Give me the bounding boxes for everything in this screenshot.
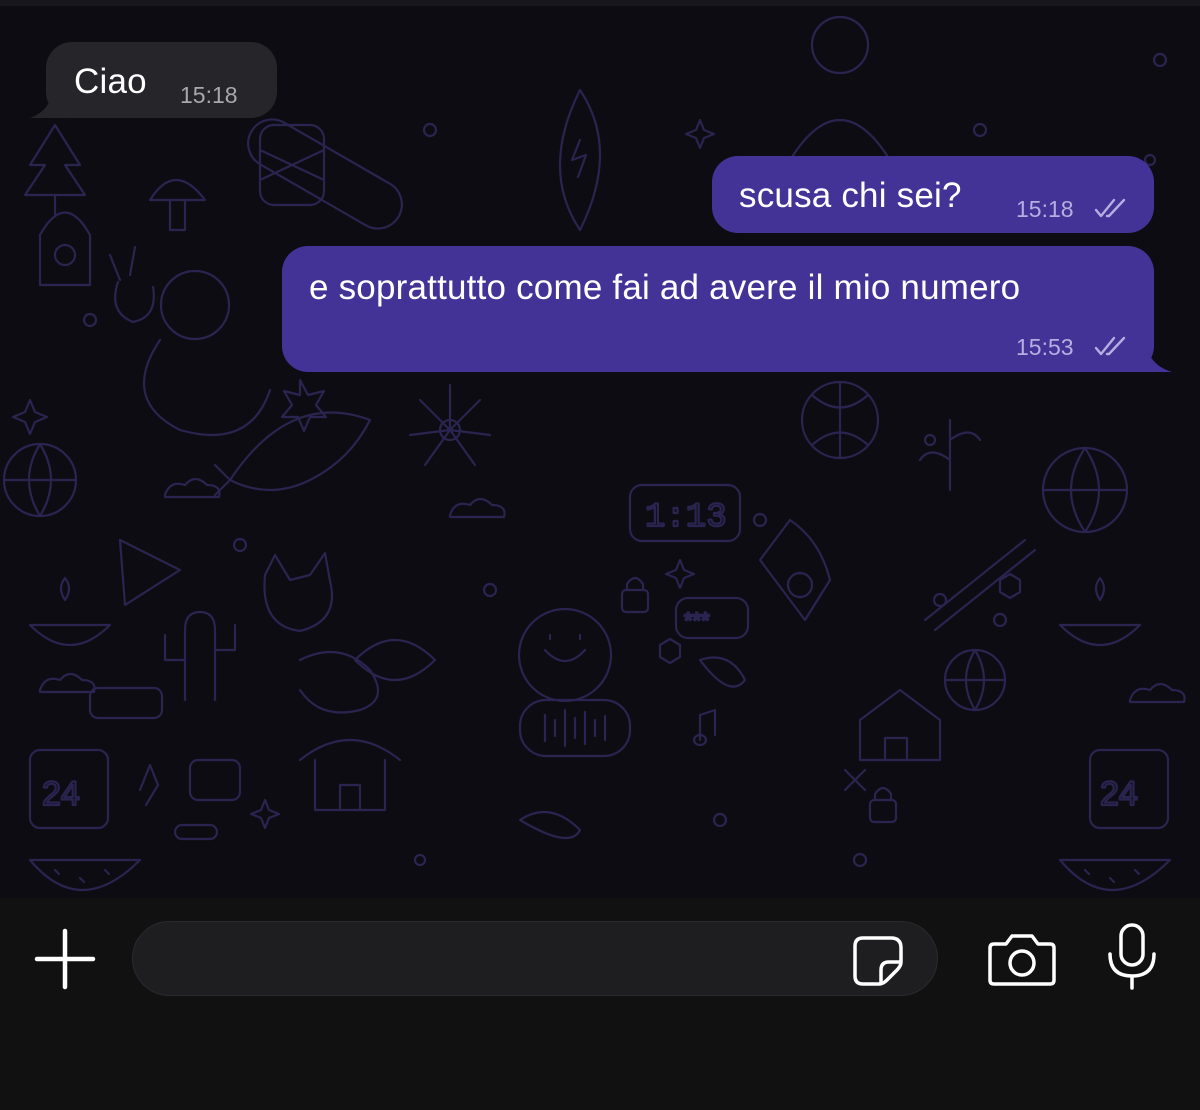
sticker-icon (853, 936, 903, 986)
incoming-message-bubble[interactable]: Ciao 15:18 (30, 42, 277, 118)
message-text: Ciao (74, 62, 147, 101)
svg-text:24: 24 (1100, 775, 1138, 813)
message-time: 15:18 (180, 82, 238, 108)
message-input-bar (0, 898, 1200, 1110)
chat-wallpaper: 1:13 *** 24 24 (2, 15, 1186, 891)
svg-text:***: *** (684, 608, 710, 633)
top-header-edge (0, 0, 1200, 6)
chat-area: 1:13 *** 24 24 Ciao 15:18 scusa chi sei?… (0, 0, 1200, 898)
svg-text:1:13: 1:13 (645, 499, 727, 537)
message-field[interactable] (132, 921, 938, 997)
message-input[interactable] (157, 922, 841, 997)
sticker-button[interactable] (851, 934, 907, 986)
outgoing-message-bubble[interactable]: scusa chi sei? 15:18 (712, 156, 1154, 233)
attach-button[interactable] (32, 926, 98, 992)
svg-text:24: 24 (42, 775, 80, 813)
microphone-icon (1108, 923, 1156, 990)
outgoing-message-bubble[interactable]: e soprattutto come fai ad avere il mio n… (282, 246, 1172, 372)
voice-message-button[interactable] (1104, 922, 1160, 992)
outgoing-bubble-tail (1128, 338, 1172, 372)
message-text: scusa chi sei? (739, 176, 962, 215)
camera-icon (988, 934, 1056, 986)
read-double-check-icon (1094, 336, 1126, 356)
message-time: 15:18 (1016, 196, 1074, 222)
incoming-bubble-tail (30, 88, 70, 118)
plus-icon (34, 928, 96, 990)
read-double-check-icon (1094, 198, 1126, 218)
message-text: e soprattutto come fai ad avere il mio n… (309, 268, 1021, 307)
camera-button[interactable] (986, 930, 1058, 990)
message-time: 15:53 (1016, 334, 1074, 360)
